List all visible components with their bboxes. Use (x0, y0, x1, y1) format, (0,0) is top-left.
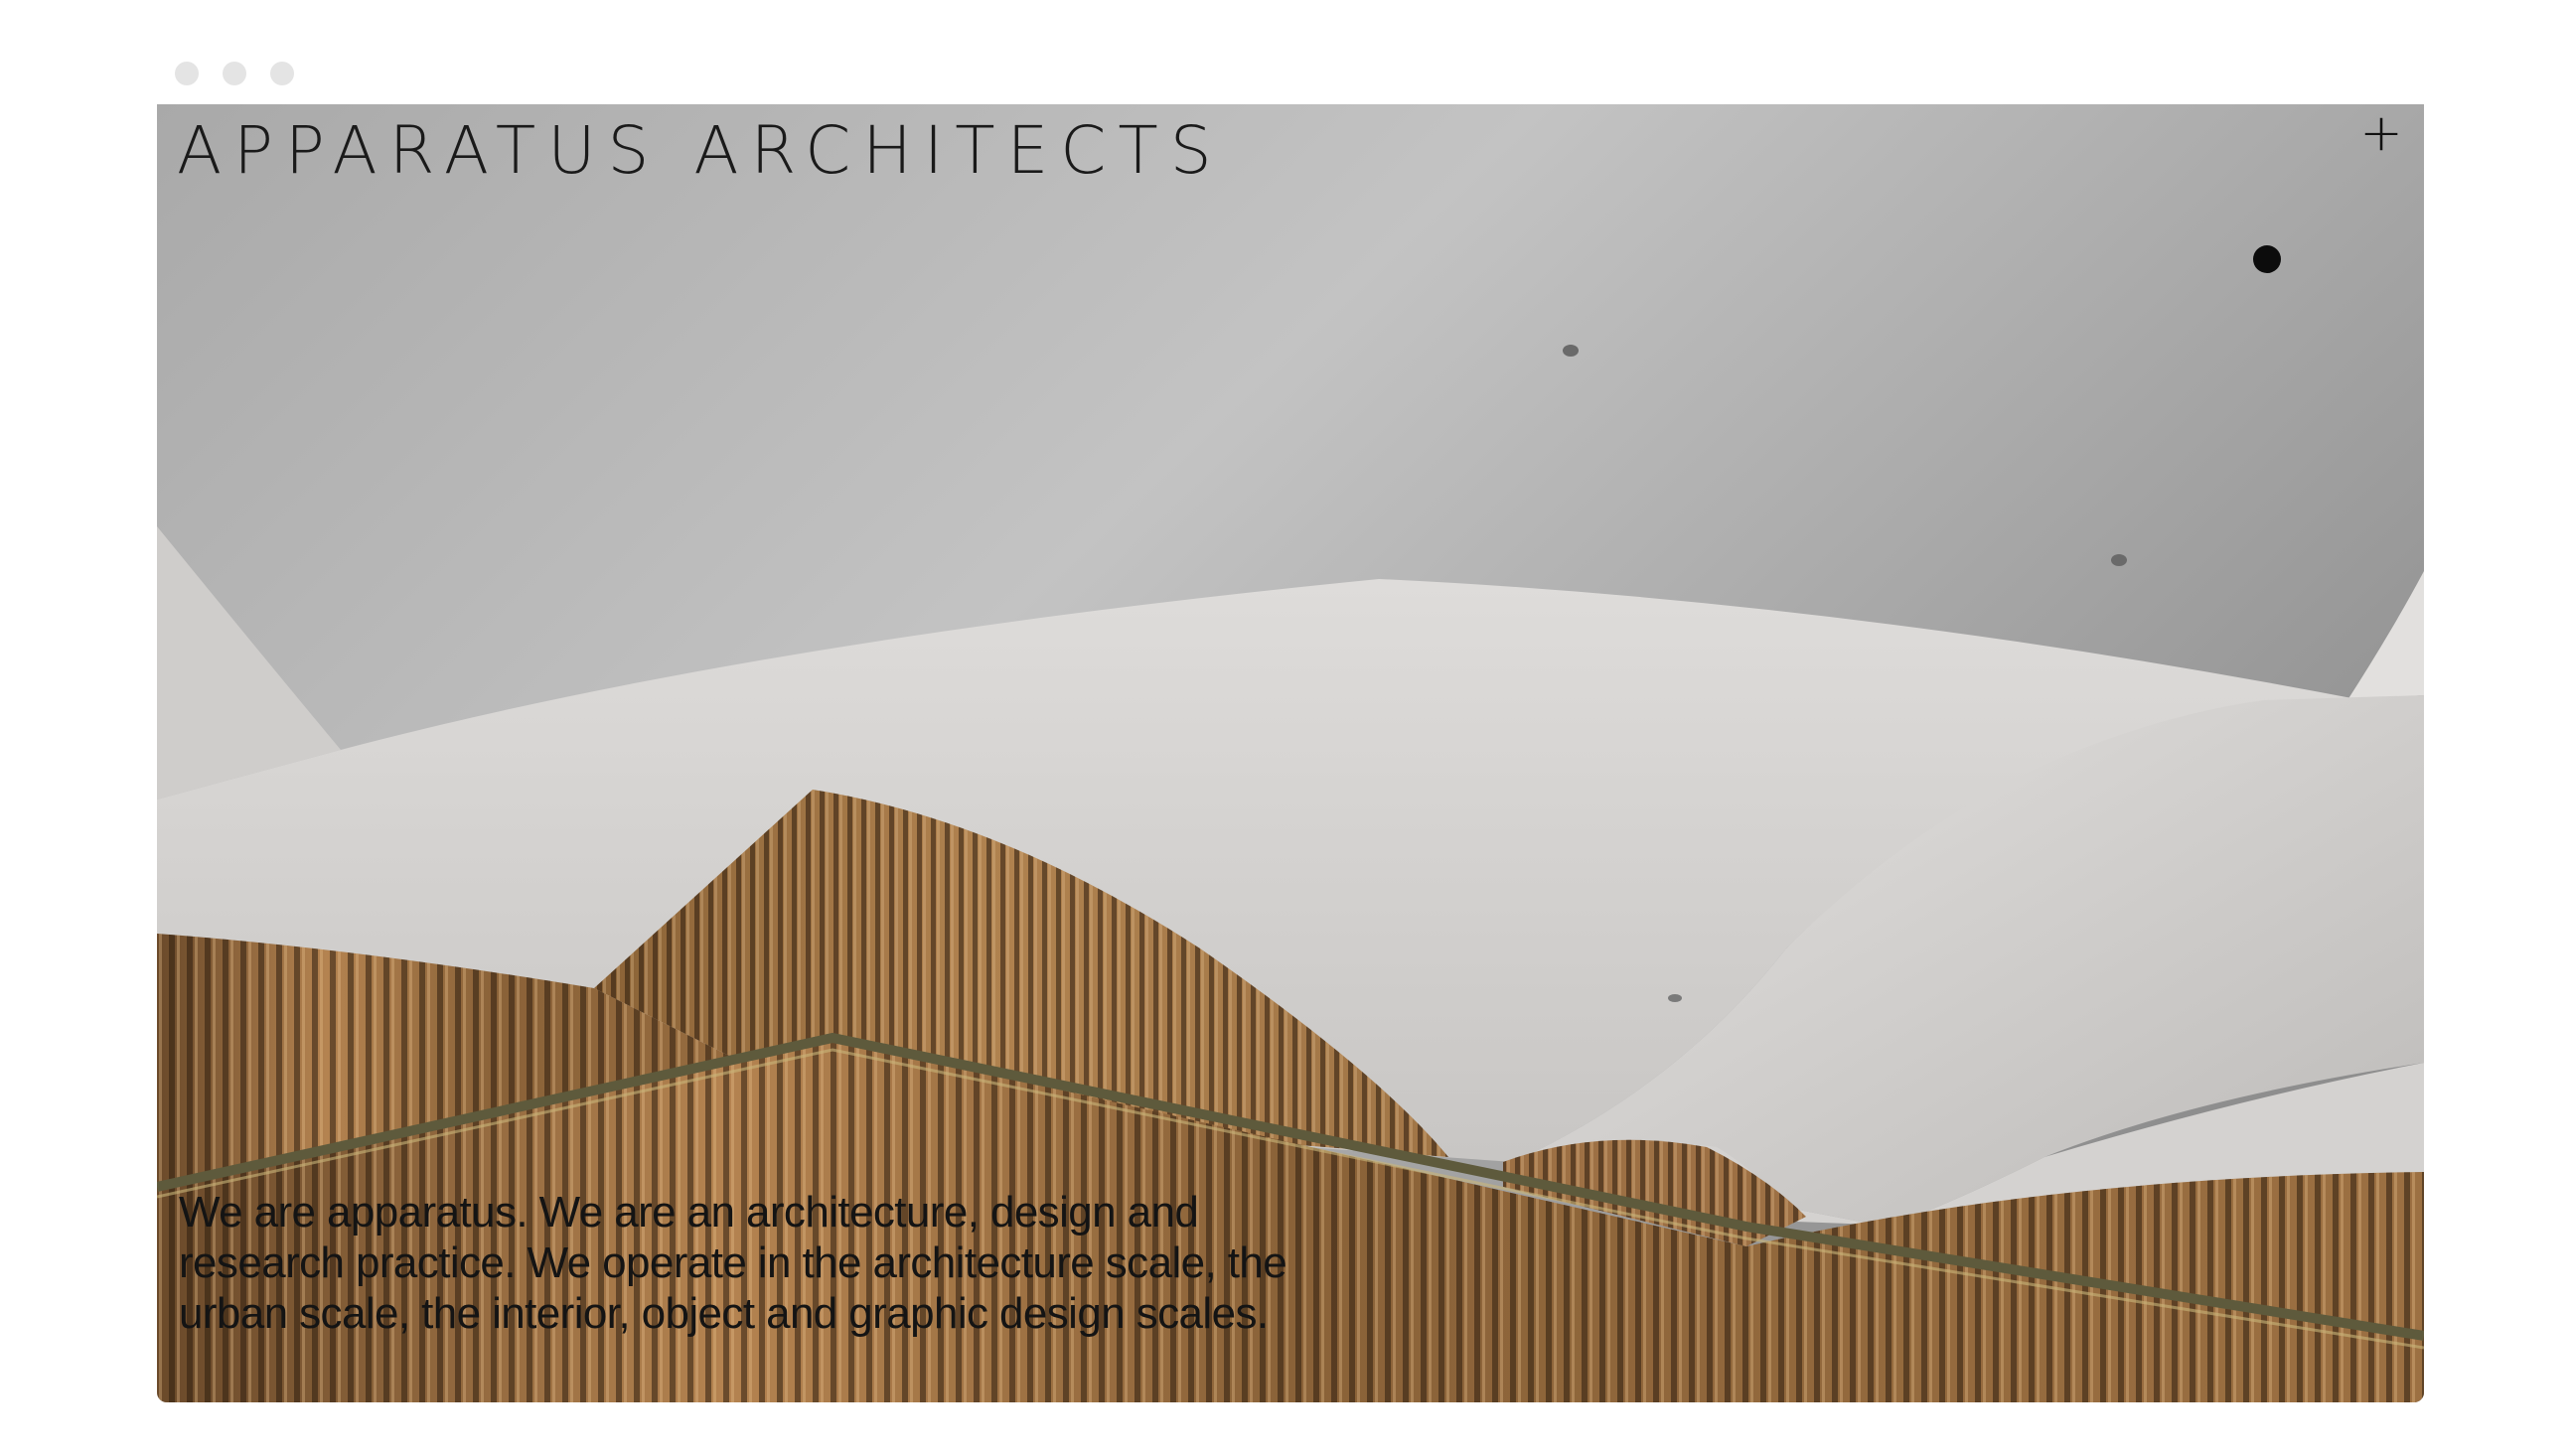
maximize-dot[interactable] (270, 62, 294, 85)
hero-viewport: APPARATUS ARCHITECTS + We are apparatus.… (157, 104, 2424, 1402)
minimize-dot[interactable] (223, 62, 246, 85)
plus-icon[interactable]: + (2356, 107, 2406, 159)
intro-text: We are apparatus. We are an architecture… (179, 1188, 1287, 1338)
close-dot[interactable] (175, 62, 199, 85)
site-title[interactable]: APPARATUS ARCHITECTS (177, 108, 1224, 194)
window-controls (175, 62, 294, 85)
cursor-dot (2253, 245, 2281, 273)
